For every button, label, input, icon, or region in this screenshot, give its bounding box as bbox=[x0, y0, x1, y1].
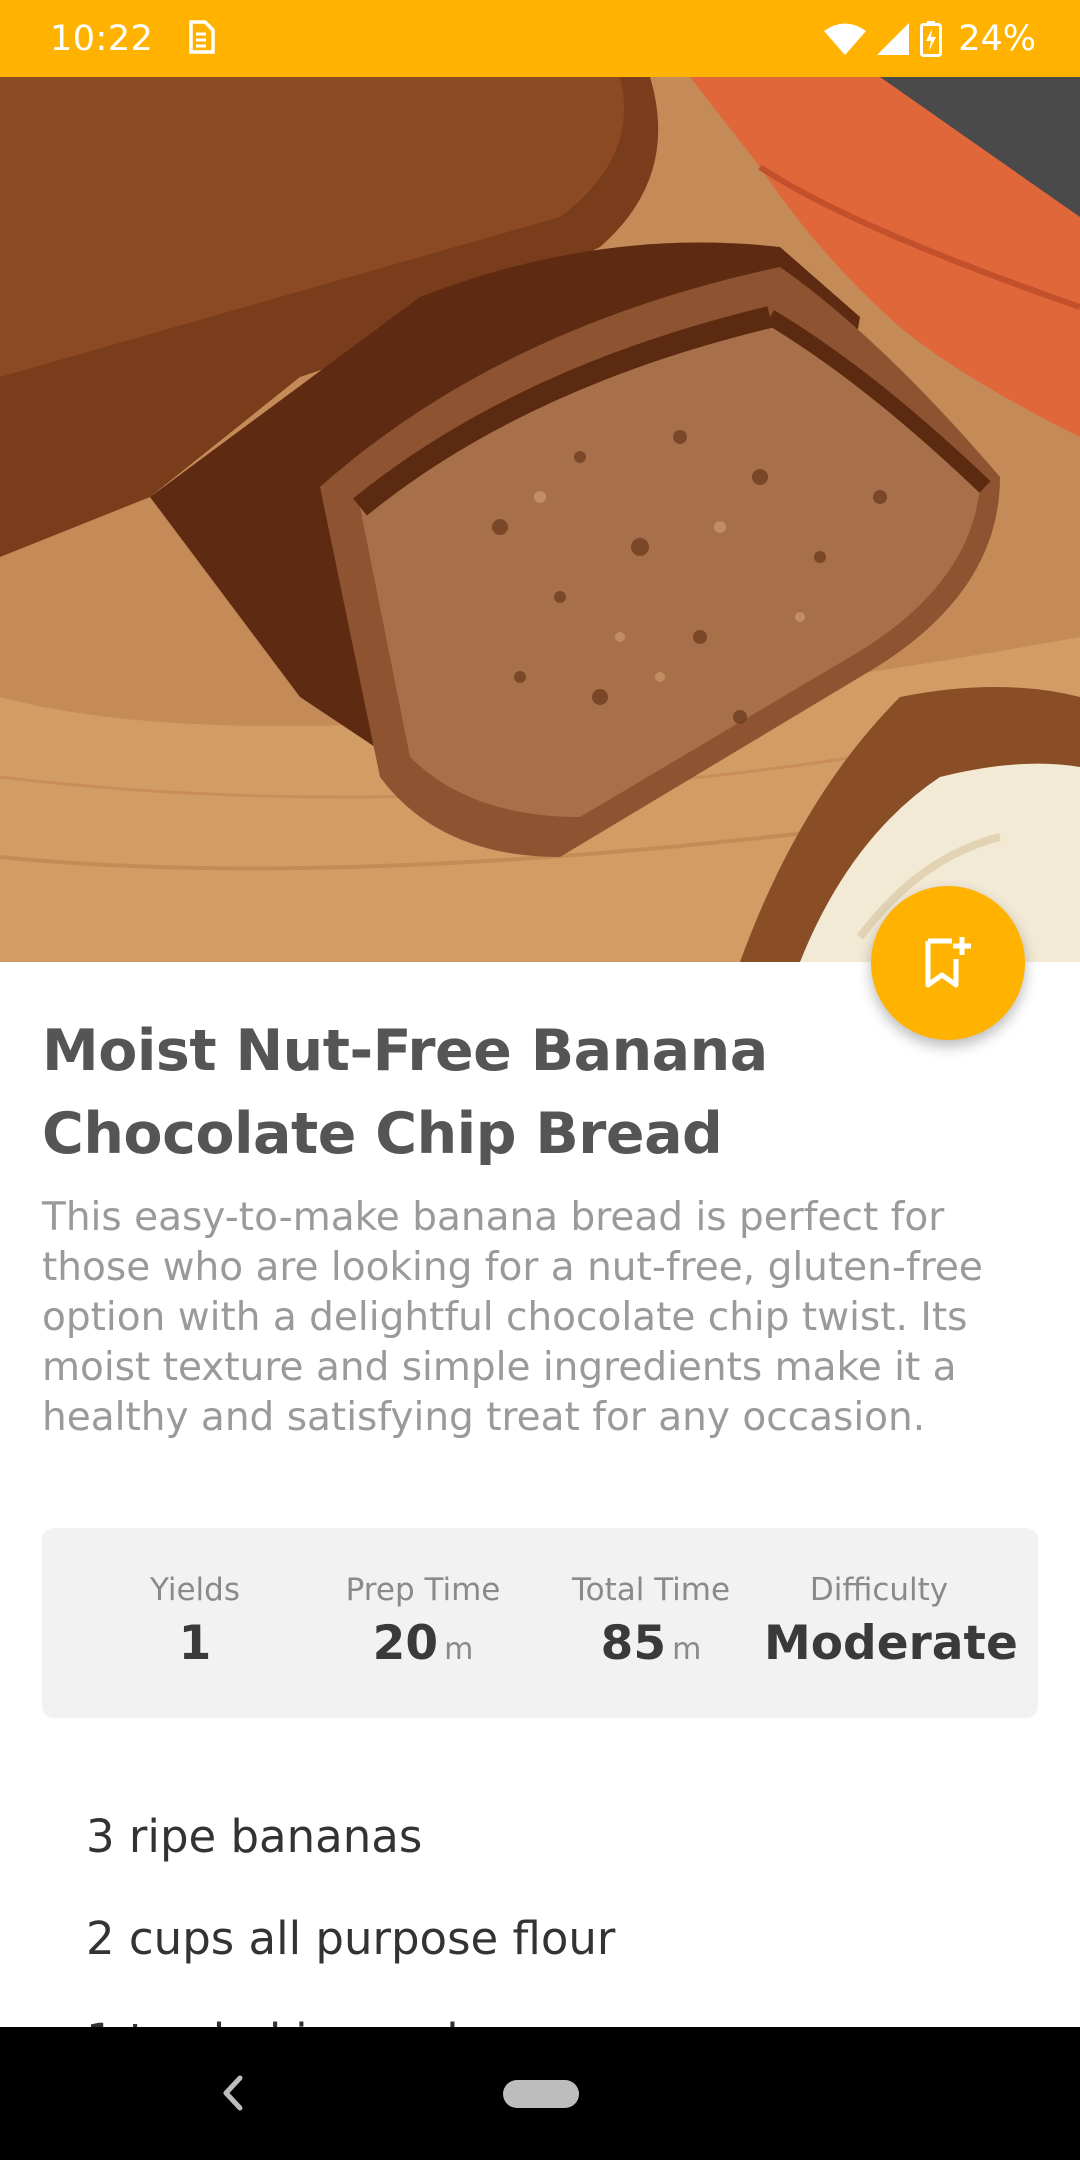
stat-difficulty: Difficulty Moderate bbox=[764, 1528, 1018, 1718]
ingredients-list: 3 ripe bananas 2 cups all purpose flour … bbox=[86, 1808, 1036, 2027]
battery-percent: 24% bbox=[958, 18, 1036, 59]
ingredient-item: 3 ripe bananas bbox=[86, 1810, 423, 1863]
stat-total-time: Total Time 85 m bbox=[536, 1528, 766, 1718]
stat-unit: m bbox=[444, 1632, 474, 1667]
wifi-icon bbox=[824, 22, 867, 56]
ingredients-viewport[interactable]: 3 ripe bananas 2 cups all purpose flour … bbox=[0, 1782, 1080, 2027]
status-time: 10:22 bbox=[50, 18, 154, 59]
stat-value: 20 m bbox=[372, 1616, 474, 1671]
signal-icon bbox=[876, 22, 910, 56]
stat-yields: Yields 1 bbox=[80, 1528, 310, 1718]
stat-value: 85 m bbox=[600, 1616, 702, 1671]
system-nav-bar bbox=[0, 2027, 1080, 2160]
stat-value: Moderate bbox=[764, 1616, 1018, 1671]
bookmark-add-icon bbox=[922, 933, 974, 993]
back-icon[interactable] bbox=[222, 2074, 244, 2116]
stat-label: Prep Time bbox=[345, 1572, 501, 1608]
stat-value: 1 bbox=[178, 1616, 212, 1671]
sim-icon bbox=[187, 19, 216, 58]
stat-label: Total Time bbox=[571, 1572, 731, 1608]
battery-charging-icon bbox=[920, 20, 943, 57]
stat-label: Difficulty bbox=[809, 1572, 949, 1608]
recipe-hero-image bbox=[0, 77, 1080, 962]
home-pill-icon[interactable] bbox=[503, 2080, 579, 2108]
ingredient-item: 2 cups all purpose flour bbox=[86, 1912, 616, 1965]
ingredient-item: 1 tsp baking soda bbox=[86, 2012, 1036, 2027]
recipe-description: This easy-to-make banana bread is perfec… bbox=[42, 1195, 983, 1440]
stat-label: Yields bbox=[150, 1572, 240, 1608]
stat-unit: m bbox=[672, 1632, 702, 1667]
recipe-stats-card: Yields 1 Prep Time 20 m Total Time 85 m Di… bbox=[42, 1528, 1038, 1718]
recipe-title: Moist Nut-Free Banana Chocolate Chip Bre… bbox=[42, 1018, 768, 1167]
status-bar: 10:22 24% bbox=[0, 0, 1080, 77]
stat-prep-time: Prep Time 20 m bbox=[308, 1528, 538, 1718]
